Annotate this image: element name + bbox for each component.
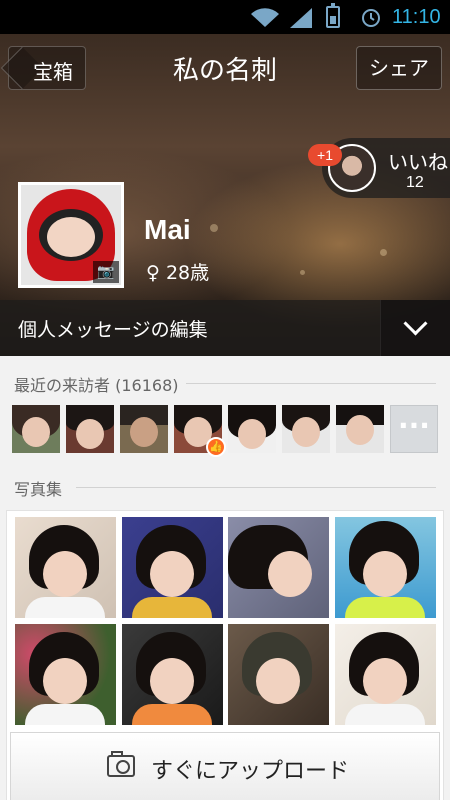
female-icon: ♀ <box>146 262 160 284</box>
divider <box>186 383 436 384</box>
photos-title: 写真集 <box>14 480 63 499</box>
photo-thumbnail[interactable] <box>228 624 329 725</box>
visitors-header: 最近の来訪者 (16168) <box>14 372 179 396</box>
visitor-avatar[interactable] <box>228 405 276 453</box>
visitor-avatar[interactable] <box>12 405 60 453</box>
edit-message-bar[interactable]: 個人メッセージの編集 <box>0 300 450 356</box>
edit-message-label: 個人メッセージの編集 <box>18 319 208 341</box>
thumbs-up-icon: 👍 <box>206 437 226 457</box>
profile-age: 28歳 <box>165 262 210 284</box>
visitors-count: (16168) <box>115 376 179 395</box>
camera-icon <box>107 751 135 777</box>
visitor-avatar[interactable] <box>66 405 114 453</box>
like-count: 12 <box>406 174 424 191</box>
divider <box>76 487 436 488</box>
upload-button-label: すぐにアップロード <box>151 759 350 784</box>
like-increment-badge: +1 <box>308 144 342 166</box>
visitor-avatar[interactable] <box>282 405 330 453</box>
visitor-avatar[interactable] <box>120 405 168 453</box>
signal-icon <box>290 8 312 28</box>
like-label: いいね <box>388 150 448 174</box>
clock-time: 11:10 <box>392 6 441 28</box>
chevron-down-icon[interactable] <box>380 300 450 356</box>
profile-name: Mai <box>144 214 191 245</box>
photo-thumbnail[interactable] <box>122 624 223 725</box>
more-visitors-button[interactable]: ··· <box>390 405 438 453</box>
photo-thumbnail[interactable] <box>15 517 116 618</box>
profile-avatar[interactable]: 📷 <box>18 182 124 288</box>
title-bar: 宝箱 私の名刺 シェア <box>0 34 450 106</box>
alarm-icon <box>362 9 380 27</box>
photo-thumbnail[interactable] <box>122 517 223 618</box>
camera-icon[interactable]: 📷 <box>93 261 119 283</box>
visitor-avatar[interactable] <box>336 405 384 453</box>
profile-gender-age: ♀ 28歳 <box>146 258 209 285</box>
status-bar: 11:10 <box>0 0 450 34</box>
photo-thumbnail[interactable] <box>335 517 436 618</box>
visitor-list: ··· 👍 <box>12 405 438 457</box>
upload-button[interactable]: すぐにアップロード <box>10 732 440 800</box>
photo-thumbnail[interactable] <box>335 624 436 725</box>
photo-thumbnail[interactable] <box>15 624 116 725</box>
photo-thumbnail[interactable] <box>228 517 329 618</box>
like-button[interactable]: +1 いいね 12 <box>308 138 450 198</box>
battery-icon <box>326 3 340 28</box>
visitors-title: 最近の来訪者 <box>14 376 111 395</box>
share-button[interactable]: シェア <box>356 46 442 90</box>
wifi-icon <box>251 8 279 27</box>
profile-hero: 宝箱 私の名刺 シェア +1 いいね 12 📷 Mai ♀ 28歳 個人メッセー… <box>0 34 450 356</box>
